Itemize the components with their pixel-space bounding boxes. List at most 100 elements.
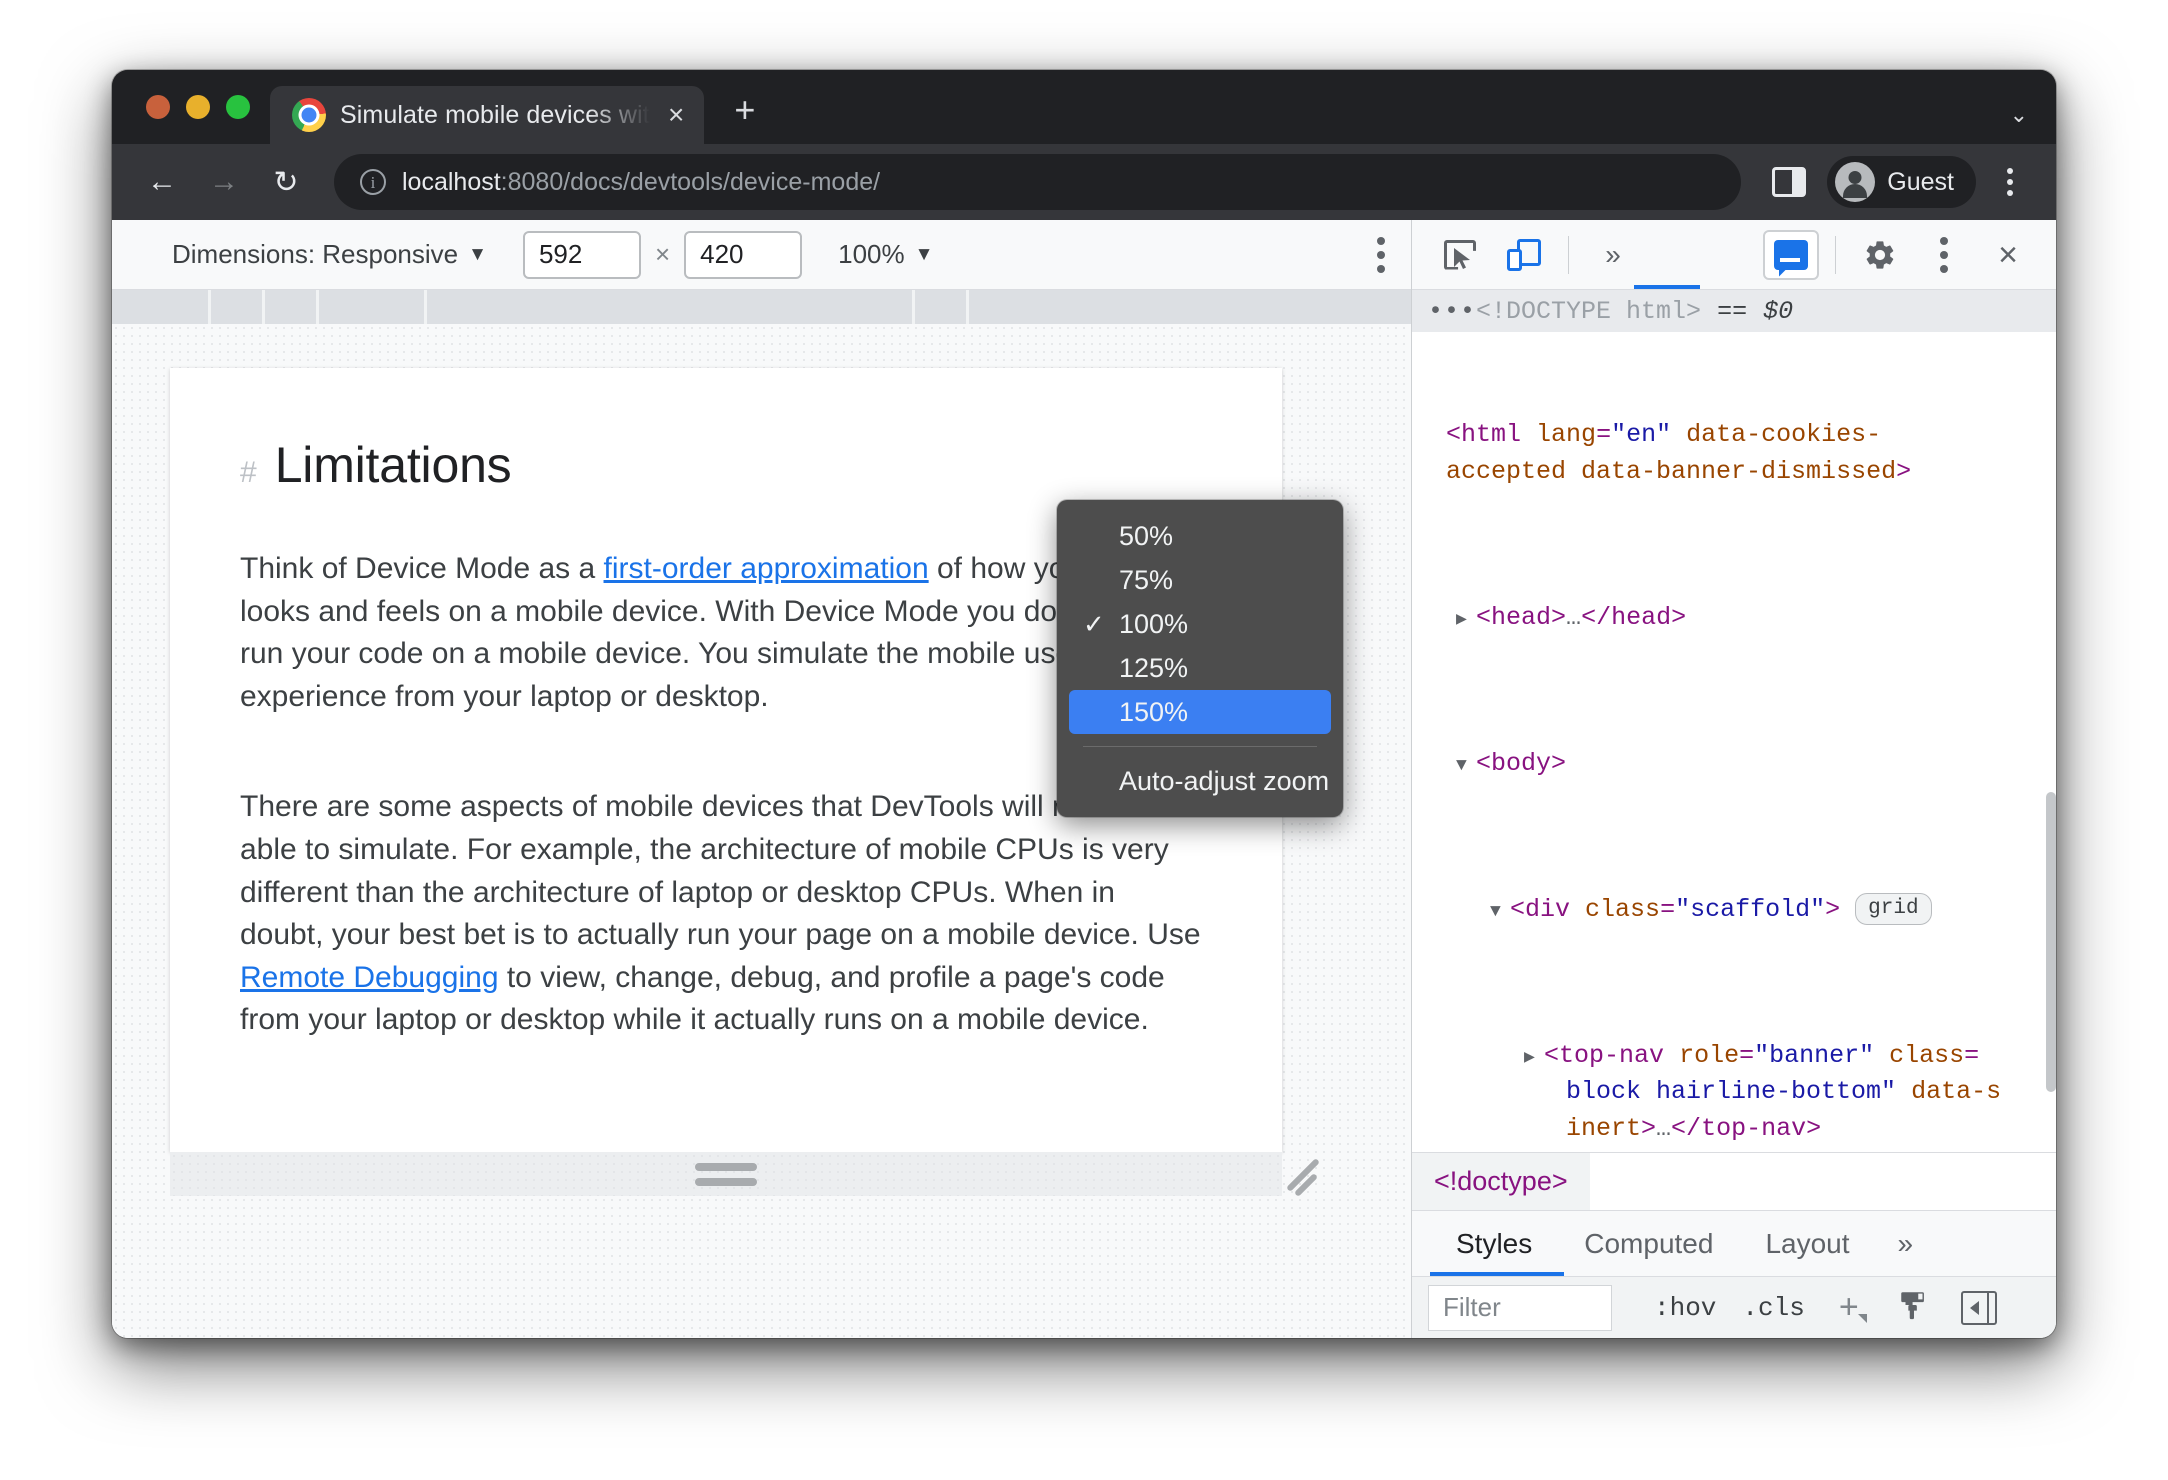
dom-node-body[interactable]: <body>	[1412, 746, 2056, 783]
ruler-tick	[262, 290, 265, 324]
dimensions-dropdown[interactable]: Dimensions: Responsive ▼	[172, 239, 487, 270]
resize-handle-bottom[interactable]	[170, 1152, 1282, 1196]
ai-assistance-icon	[1774, 239, 1808, 270]
styles-filter-bar: Filter :hov .cls +	[1412, 1276, 2056, 1338]
resize-handle-corner[interactable]	[1284, 1156, 1324, 1198]
dom-node-html[interactable]: <html lang="en" data-cookies- accepted d…	[1412, 417, 2056, 490]
section-heading: # Limitations	[240, 436, 1202, 494]
url-path: :8080/docs/devtools/device-mode/	[500, 167, 881, 196]
chrome-favicon-icon	[292, 98, 326, 132]
inspect-element-button[interactable]	[1430, 228, 1490, 282]
browser-menu-button[interactable]	[1986, 168, 2034, 196]
avatar	[1835, 162, 1876, 202]
browser-tab[interactable]: Simulate mobile devices with D ×	[270, 86, 705, 144]
toggle-pseudo-classes-button[interactable]: :hov	[1654, 1293, 1716, 1323]
address-bar[interactable]: i localhost:8080/docs/devtools/device-mo…	[334, 154, 1742, 210]
more-tabs-icon[interactable]: »	[1876, 1228, 1936, 1260]
back-button[interactable]: ←	[134, 154, 190, 210]
browser-toolbar: ← → ↻ i localhost:8080/docs/devtools/dev…	[112, 144, 2056, 220]
auto-adjust-zoom-option[interactable]: Auto-adjust zoom	[1069, 759, 1331, 803]
settings-button[interactable]	[1850, 228, 1910, 282]
side-panel-icon	[1772, 167, 1807, 197]
content-area: Dimensions: Responsive ▼ 592 × 420 100% …	[112, 220, 2056, 1338]
breadcrumb-item-doctype[interactable]: <!doctype>	[1412, 1152, 1590, 1211]
zoom-option-75[interactable]: 75%	[1069, 558, 1331, 602]
device-viewport-stage: # Limitations Think of Device Mode as a …	[112, 324, 1411, 1338]
viewport-width-input[interactable]: 592	[522, 230, 641, 279]
window-controls	[136, 70, 264, 144]
color-picker-icon[interactable]	[1897, 1288, 1931, 1327]
selected-node-ref: $0	[1763, 296, 1794, 326]
side-panel-button[interactable]	[1761, 154, 1817, 210]
close-window-button[interactable]	[146, 95, 170, 119]
zoom-dropdown[interactable]: 100% ▼	[838, 239, 933, 270]
dom-doctype-row[interactable]: ••• <!DOCTYPE html> == $0	[1412, 290, 2056, 332]
close-devtools-button[interactable]: ×	[1978, 228, 2038, 282]
devtools-more-options-button[interactable]	[1914, 228, 1974, 282]
tab-layout[interactable]: Layout	[1739, 1211, 1875, 1277]
gear-icon	[1863, 238, 1897, 272]
first-order-approximation-link[interactable]: first-order approximation	[604, 552, 929, 585]
expand-triangle-icon[interactable]	[1524, 1045, 1544, 1071]
expand-triangle-icon[interactable]	[1456, 607, 1476, 633]
ruler-tick	[316, 290, 319, 324]
tab-styles[interactable]: Styles	[1430, 1211, 1558, 1277]
paragraph-2: There are some aspects of mobile devices…	[240, 786, 1202, 1042]
toggle-device-toolbar-button[interactable]	[1494, 228, 1554, 282]
reload-button[interactable]: ↻	[258, 154, 314, 210]
tab-computed[interactable]: Computed	[1558, 1211, 1739, 1277]
toolbar-divider	[1568, 235, 1569, 274]
dom-tree-scrollbar[interactable]	[2046, 792, 2056, 1092]
zoom-option-label: 75%	[1119, 564, 1174, 595]
forward-button[interactable]: →	[196, 154, 252, 210]
doctype-text: <!DOCTYPE html>	[1476, 296, 1702, 326]
profile-button[interactable]: Guest	[1827, 156, 1976, 208]
screenshot-root: Simulate mobile devices with D × + ⌄ ← →…	[0, 0, 2168, 1480]
dom-tree[interactable]: <html lang="en" data-cookies- accepted d…	[1412, 332, 2056, 1152]
toggle-element-classes-button[interactable]: .cls	[1742, 1293, 1804, 1323]
zoom-option-150[interactable]: 150%	[1069, 690, 1331, 734]
toolbar-right-actions: Guest	[1761, 154, 2034, 210]
grid-badge[interactable]: grid	[1855, 892, 1932, 926]
styles-filter-input[interactable]: Filter	[1428, 1284, 1612, 1331]
device-mode-pane: Dimensions: Responsive ▼ 592 × 420 100% …	[112, 220, 1412, 1338]
viewport-height-input[interactable]: 420	[684, 230, 803, 279]
viewport-ruler[interactable]	[112, 290, 1411, 324]
chevron-double-right-icon: »	[1605, 238, 1621, 270]
collapse-triangle-icon[interactable]	[1456, 753, 1476, 779]
ruler-tick	[424, 290, 427, 324]
close-tab-icon[interactable]: ×	[664, 101, 688, 129]
devtools-toolbar: » ×	[1412, 220, 2056, 290]
tab-title: Simulate mobile devices with D	[340, 100, 650, 129]
kebab-menu-icon	[1940, 236, 1948, 273]
dom-node-scaffold[interactable]: <div class="scaffold"> grid	[1412, 892, 2056, 929]
toggle-sidebar-icon[interactable]	[1960, 1290, 1997, 1325]
minimize-window-button[interactable]	[186, 95, 210, 119]
toolbar-divider	[1835, 235, 1836, 274]
dom-node-head[interactable]: <head>…</head>	[1412, 600, 2056, 637]
chevron-down-icon[interactable]: ⌄	[2010, 102, 2028, 128]
more-panels-button[interactable]: »	[1583, 228, 1643, 282]
zoom-option-100[interactable]: ✓ 100%	[1069, 602, 1331, 646]
zoom-option-50[interactable]: 50%	[1069, 514, 1331, 558]
maximize-window-button[interactable]	[226, 95, 250, 119]
zoom-value: 100%	[838, 239, 905, 269]
dom-breadcrumb: <!doctype>	[1412, 1152, 2056, 1211]
remote-debugging-link[interactable]: Remote Debugging	[240, 961, 499, 994]
new-style-rule-button[interactable]: +	[1839, 1288, 1867, 1327]
device-toolbar-icon	[1507, 238, 1541, 271]
devtools-pane: » × ••• <!DOCTYPE html> == $0 <html lang…	[1412, 220, 2056, 1338]
browser-window: Simulate mobile devices with D × + ⌄ ← →…	[112, 70, 2056, 1338]
dom-node-top-nav[interactable]: <top-nav role="banner" class= block hair…	[1412, 1038, 2056, 1148]
dimensions-label: Dimensions: Responsive	[172, 239, 459, 269]
device-mode-more-options-button[interactable]	[1377, 236, 1389, 273]
zoom-option-125[interactable]: 125%	[1069, 646, 1331, 690]
ai-assistance-button[interactable]	[1761, 228, 1821, 282]
zoom-option-label: 125%	[1119, 652, 1189, 683]
site-info-icon[interactable]: i	[360, 169, 386, 195]
collapse-triangle-icon[interactable]	[1490, 899, 1510, 925]
profile-label: Guest	[1887, 167, 1954, 196]
new-tab-button[interactable]: +	[704, 92, 777, 144]
anchor-hash-icon[interactable]: #	[240, 456, 257, 490]
ai-assistance-frame	[1763, 229, 1819, 280]
